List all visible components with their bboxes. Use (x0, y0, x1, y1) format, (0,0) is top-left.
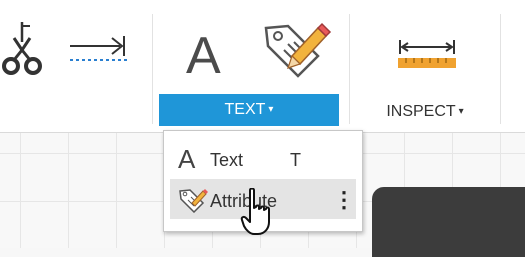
measure-tool-button[interactable] (394, 38, 460, 72)
ribbon-toolbar: A TEXT ▾ INSPECT ▾ (0, 0, 525, 133)
tag-pencil-icon (264, 22, 332, 78)
measure-ruler-icon (398, 40, 456, 68)
toolbar-separator (500, 14, 501, 124)
tag-pencil-icon (179, 189, 208, 213)
toolbar-separator (152, 14, 153, 124)
pointer-cursor-icon (240, 188, 270, 235)
text-tool-icon: A (186, 27, 221, 85)
move-tool-button[interactable] (66, 32, 136, 68)
text-group-label: TEXT (224, 101, 266, 118)
scissors-icon (2, 22, 42, 75)
inspect-group-label: INSPECT (386, 103, 456, 120)
dashed-arrow-icon (70, 36, 128, 61)
text-tool-button[interactable]: A (186, 26, 236, 86)
menu-item-label: Text (210, 150, 244, 170)
text-group-menu[interactable]: TEXT ▾ (159, 94, 339, 126)
attribute-tool-button[interactable] (258, 14, 332, 84)
shortcut-key: T (290, 150, 301, 170)
toolbar-separator (349, 14, 350, 124)
menu-item-text[interactable]: A Text T (164, 139, 362, 179)
more-options-icon[interactable]: ⋮ (333, 188, 355, 212)
inspect-group-menu[interactable]: INSPECT ▾ (370, 96, 480, 128)
text-a-icon: A (178, 144, 196, 174)
dark-panel (372, 187, 525, 257)
caret-down-icon: ▾ (458, 106, 464, 117)
caret-down-icon: ▾ (268, 104, 274, 115)
cut-tool-button[interactable] (0, 18, 56, 78)
